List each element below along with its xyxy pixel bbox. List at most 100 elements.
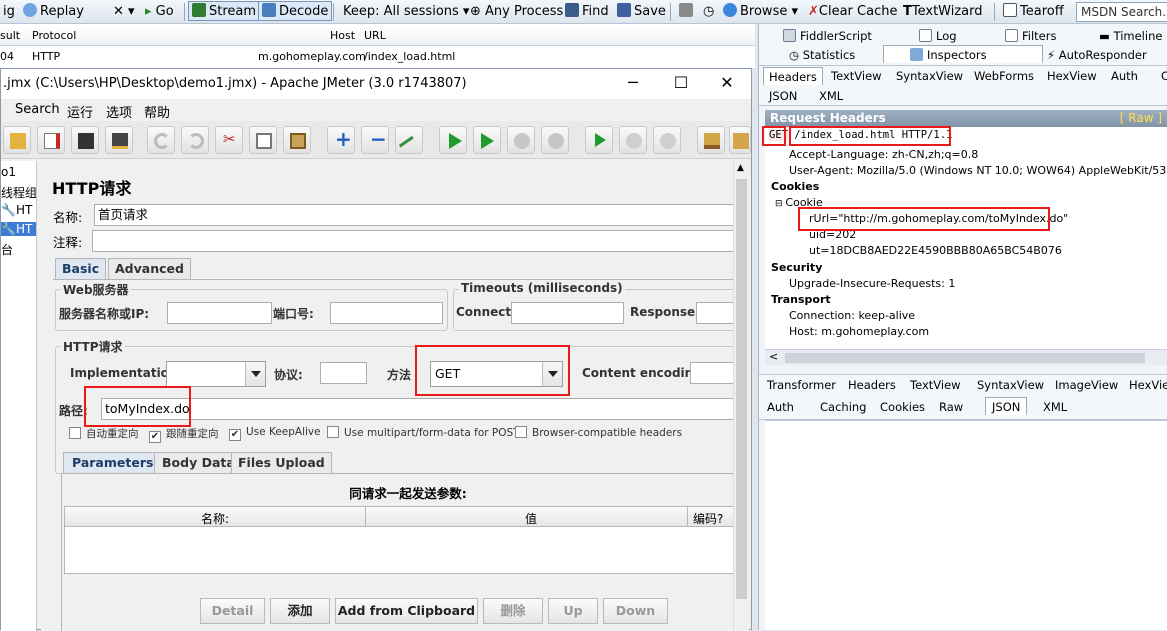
toolbar-item-ig[interactable]: ig xyxy=(0,2,18,22)
tree-node-workbench[interactable]: 台 xyxy=(1,241,13,258)
paste-button[interactable] xyxy=(283,126,311,154)
multipart-checkbox[interactable]: Use multipart/form-data for POST xyxy=(327,426,520,439)
server-input[interactable] xyxy=(167,302,272,324)
detail-button[interactable]: Detail xyxy=(200,598,265,624)
clear-cache-button[interactable]: ✗Clear Cache xyxy=(805,2,900,22)
tab-log[interactable]: Log xyxy=(919,27,957,45)
tab-req-auth[interactable]: Auth xyxy=(1111,67,1138,85)
tab-req-hexview[interactable]: HexView xyxy=(1047,67,1097,85)
tab-req-headers[interactable]: Headers xyxy=(763,67,823,85)
col-result[interactable]: sult xyxy=(0,29,20,42)
session-row[interactable]: 04 HTTP m.gohomeplay.com /index_load.htm… xyxy=(0,48,755,66)
tab-res-syntaxview[interactable]: SyntaxView xyxy=(977,376,1044,394)
col-name[interactable]: 名称: xyxy=(201,510,229,527)
shutdown-button[interactable] xyxy=(541,126,569,154)
add-button[interactable]: 添加 xyxy=(270,598,330,624)
decode-button[interactable]: Decode xyxy=(258,1,333,21)
delete-button[interactable]: 删除 xyxy=(483,598,543,624)
open-button[interactable] xyxy=(3,126,31,154)
scroll-up-icon[interactable]: ▲ xyxy=(737,163,744,173)
auto-redirect-checkbox[interactable]: 自动重定向 xyxy=(69,426,139,441)
col-protocol[interactable]: Protocol xyxy=(32,29,76,42)
undo-button[interactable] xyxy=(147,126,175,154)
any-process-button[interactable]: ⊕ Any Process xyxy=(467,2,566,22)
scroll-thumb[interactable] xyxy=(736,179,747,599)
tab-req-json[interactable]: JSON xyxy=(769,87,797,105)
remote-stop-button[interactable] xyxy=(619,126,647,154)
tab-fiddlerscript[interactable]: FiddlerScript xyxy=(783,27,872,45)
up-button[interactable]: Up xyxy=(548,598,598,624)
tab-res-raw[interactable]: Raw xyxy=(939,398,963,416)
toggle-button[interactable] xyxy=(395,126,423,159)
tab-req-more[interactable]: C xyxy=(1161,67,1167,85)
comment-input[interactable] xyxy=(92,230,744,252)
minimize-button[interactable]: ─ xyxy=(613,69,653,99)
tab-res-transformer[interactable]: Transformer xyxy=(767,376,836,394)
tab-req-xml[interactable]: XML xyxy=(819,87,843,105)
clear-button[interactable] xyxy=(697,126,725,154)
textwizard-button[interactable]: TTextWizard xyxy=(900,2,986,22)
tearoff-button[interactable]: Tearoff xyxy=(1000,2,1067,22)
port-input[interactable] xyxy=(330,302,443,324)
tab-res-xml[interactable]: XML xyxy=(1043,398,1067,416)
tab-basic[interactable]: Basic xyxy=(55,258,107,280)
tab-files-upload[interactable]: Files Upload xyxy=(231,452,332,474)
copy-button[interactable] xyxy=(249,126,277,154)
tab-timeline[interactable]: ▬ Timeline xyxy=(1099,27,1162,45)
save-plan-button[interactable] xyxy=(71,126,99,154)
tab-autoresponder[interactable]: ⚡ AutoResponder xyxy=(1047,46,1147,64)
path-input[interactable]: toMyIndex.do xyxy=(101,398,747,420)
menu-help[interactable]: 帮助 xyxy=(144,102,170,121)
menu-run[interactable]: 运行 xyxy=(67,102,93,121)
keep-sessions-dropdown[interactable]: Keep: All sessions ▾ xyxy=(340,2,472,22)
start-button[interactable] xyxy=(439,126,467,154)
down-button[interactable]: Down xyxy=(603,598,668,624)
scroll-left-icon[interactable]: < xyxy=(769,350,778,363)
tree-node-http-1[interactable]: 🔧HT xyxy=(1,203,32,217)
save-button[interactable]: Save xyxy=(614,2,669,22)
implementation-select[interactable] xyxy=(166,361,266,387)
tab-res-caching[interactable]: Caching xyxy=(820,398,866,416)
stop-button[interactable] xyxy=(507,126,535,154)
browse-button[interactable]: Browse ▾ xyxy=(720,2,801,22)
connect-timeout-input[interactable] xyxy=(511,302,624,324)
protocol-input[interactable] xyxy=(320,362,367,384)
tab-req-textview[interactable]: TextView xyxy=(831,67,882,85)
maximize-button[interactable]: ☐ xyxy=(661,69,701,99)
collapse-button[interactable]: − xyxy=(361,126,389,154)
tab-req-syntaxview[interactable]: SyntaxView xyxy=(896,67,963,85)
timer-button[interactable]: ◷ xyxy=(700,2,717,22)
remote-shutdown-button[interactable] xyxy=(653,126,681,154)
menu-options[interactable]: 选项 xyxy=(106,102,132,121)
remove-dropdown[interactable]: ✕ ▾ xyxy=(110,2,138,22)
tab-res-hexview[interactable]: HexView xyxy=(1129,376,1167,394)
tab-res-imageview[interactable]: ImageView xyxy=(1055,376,1118,394)
keepalive-checkbox[interactable]: ✔ Use KeepAlive xyxy=(229,426,321,441)
tab-parameters[interactable]: Parameters xyxy=(63,452,163,474)
col-encode[interactable]: 编码? xyxy=(693,510,723,527)
tab-filters[interactable]: Filters xyxy=(1005,27,1056,45)
tab-res-headers[interactable]: Headers xyxy=(848,376,896,394)
start-no-pause-button[interactable] xyxy=(473,126,501,154)
tab-inspectors[interactable]: Inspectors xyxy=(883,45,1043,63)
tree-node-thread-group[interactable]: 线程组 xyxy=(1,184,36,201)
tab-res-cookies[interactable]: Cookies xyxy=(880,398,925,416)
tab-body-data[interactable]: Body Data xyxy=(154,452,243,474)
remote-start-button[interactable] xyxy=(585,126,613,154)
raw-link[interactable]: [ Raw ] xyxy=(1120,110,1162,127)
redo-button[interactable] xyxy=(181,126,209,154)
tab-statistics[interactable]: ◷ Statistics xyxy=(789,46,855,64)
tab-advanced[interactable]: Advanced xyxy=(108,258,191,280)
screenshot-button[interactable] xyxy=(676,2,699,22)
collapse-icon[interactable]: ⊟ xyxy=(775,199,785,209)
tab-res-textview[interactable]: TextView xyxy=(910,376,961,394)
tree-node-plan[interactable]: o1 xyxy=(1,165,16,179)
stream-button[interactable]: Stream xyxy=(188,1,261,21)
params-table[interactable]: 名称: 值 编码? xyxy=(64,506,734,574)
tree-node-http-2-selected[interactable]: 🔧HT xyxy=(1,222,36,236)
msdn-search-input[interactable]: MSDN Search... xyxy=(1076,2,1167,22)
form-vscrollbar[interactable]: ▲ xyxy=(733,161,749,631)
cut-button[interactable]: ✂ xyxy=(215,126,243,154)
save-as-button[interactable] xyxy=(105,126,133,154)
tab-res-auth[interactable]: Auth xyxy=(767,398,794,416)
